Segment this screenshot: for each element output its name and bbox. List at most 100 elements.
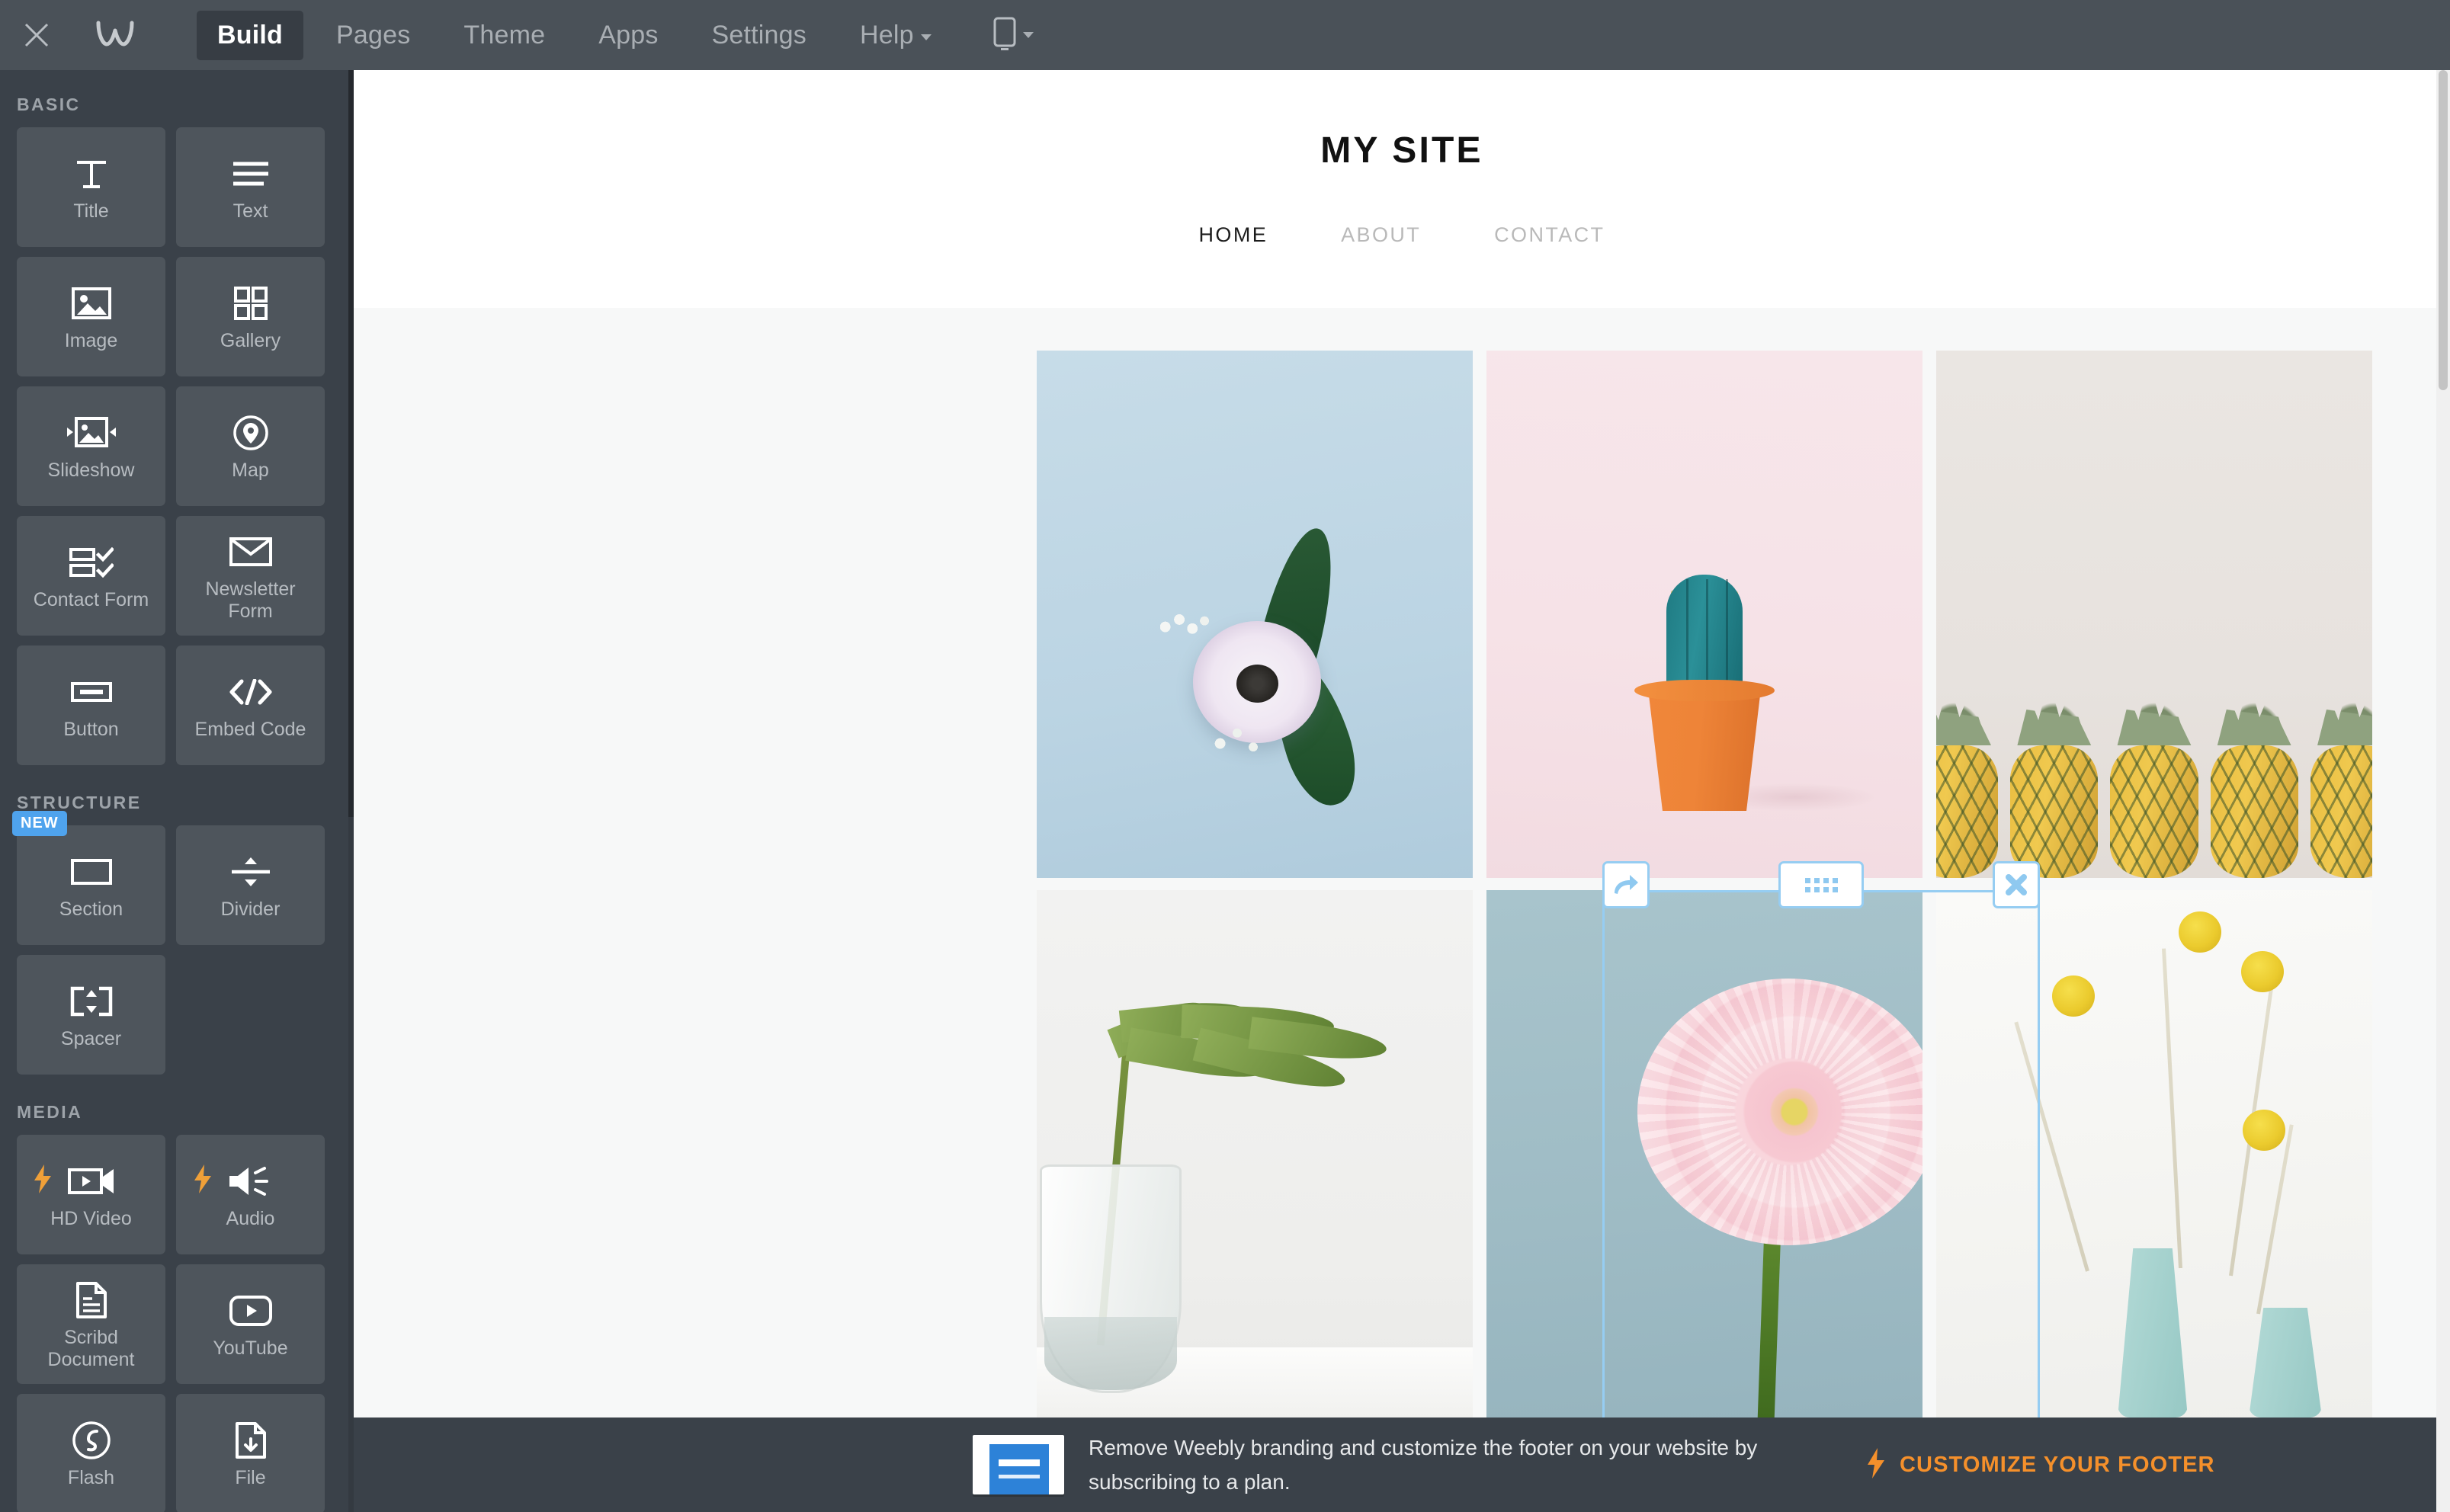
slideshow-icon (66, 411, 117, 455)
site-navigation: HOME ABOUT CONTACT (1162, 223, 1642, 247)
element-tile-label: Newsletter Form (205, 578, 296, 622)
title-icon (74, 152, 109, 196)
pineapple (1936, 672, 1999, 878)
element-tile-section[interactable]: NEW Section (12, 811, 165, 945)
element-tile-label: Map (232, 460, 269, 481)
element-tile-text[interactable]: Text (176, 127, 325, 247)
tab-apps[interactable]: Apps (578, 11, 678, 60)
image-gallery (1037, 351, 2450, 1418)
element-tile-label: Scribd Document (47, 1326, 135, 1370)
element-tile-image[interactable]: Image (17, 257, 165, 376)
element-tile-youtube[interactable]: YouTube (176, 1264, 325, 1384)
device-preview-toggle[interactable] (993, 17, 1034, 54)
chevron-down-icon (1022, 32, 1034, 38)
element-tile-map[interactable]: Map (176, 386, 325, 506)
move-arrow-icon[interactable] (1602, 861, 1650, 908)
site-nav-contact[interactable]: CONTACT (1457, 223, 1641, 247)
tile-grid-basic: Title Text Image Gallery Slideshow Map C… (0, 127, 354, 765)
element-tile-flash[interactable]: Flash (17, 1394, 165, 1512)
site-nav-home[interactable]: HOME (1162, 223, 1305, 247)
section-header-basic: BASIC (17, 94, 81, 114)
drag-handle-dots-icon[interactable] (1778, 861, 1864, 908)
element-tile-file[interactable]: File (176, 1394, 325, 1512)
chevron-down-icon (920, 34, 932, 40)
vase-water (1044, 1317, 1177, 1390)
craspedia-flower-head (2243, 1110, 2285, 1151)
envelope-icon (229, 530, 272, 574)
teal-vase-left (2118, 1248, 2188, 1418)
gallery-image-yellow-craspedia-in-teal-vase[interactable] (1936, 890, 2372, 1418)
element-tile-scribd-document[interactable]: Scribd Document (17, 1264, 165, 1384)
element-tile-spacer[interactable]: Spacer (17, 955, 165, 1075)
element-tile-hd-video[interactable]: HD Video (17, 1135, 165, 1254)
element-tile-slideshow[interactable]: Slideshow (17, 386, 165, 506)
banner-cta-label: CUSTOMIZE YOUR FOOTER (1900, 1452, 2215, 1477)
gallery-image-pineapples-on-beige[interactable] (1936, 351, 2372, 878)
element-tile-label: Gallery (220, 330, 281, 351)
element-tile-label: Divider (220, 899, 281, 920)
close-editor-button[interactable] (0, 0, 73, 70)
element-tile-gallery[interactable]: Gallery (176, 257, 325, 376)
weebly-logo-button[interactable] (73, 0, 157, 70)
customize-your-footer-button[interactable]: CUSTOMIZE YOUR FOOTER (1866, 1447, 2215, 1483)
section-header-structure: STRUCTURE (17, 793, 142, 812)
anemone-center (1236, 665, 1278, 703)
pineapple (2310, 672, 2372, 878)
section-header-media: MEDIA (17, 1102, 83, 1122)
canvas-scrollbar-thumb[interactable] (2439, 70, 2448, 390)
gallery-grid-icon (233, 281, 268, 325)
gallery-image-monstera-leaf-in-glass-vase[interactable] (1037, 890, 1473, 1418)
speaker-icon (194, 1159, 274, 1203)
element-tile-embed-code[interactable]: Embed Code (176, 645, 325, 765)
website-preview-thumbnail (973, 1435, 1064, 1494)
element-tile-label: Section (59, 899, 123, 920)
file-download-icon (235, 1418, 267, 1462)
sidebar-scrollbar-track[interactable] (348, 70, 354, 1512)
youtube-play-icon (229, 1289, 272, 1333)
element-tile-contact-form[interactable]: Contact Form (17, 516, 165, 636)
element-tile-divider[interactable]: Divider (176, 825, 325, 945)
map-pin-icon (232, 411, 269, 455)
flash-icon (72, 1418, 111, 1462)
document-icon (75, 1278, 107, 1322)
upgrade-banner: Remove Weebly branding and customize the… (354, 1418, 2450, 1512)
sidebar-scrollbar-thumb[interactable] (348, 70, 354, 817)
tab-pages[interactable]: Pages (316, 11, 431, 60)
gallery-image-white-anemone-flower-on-blue[interactable] (1037, 351, 1473, 878)
image-icon (71, 281, 111, 325)
close-icon (24, 22, 50, 48)
craspedia-stem (2014, 1021, 2089, 1272)
elements-sidebar[interactable]: BASIC Title Text Image Gallery Slideshow… (0, 70, 354, 1512)
element-tile-label: Flash (67, 1467, 115, 1488)
baby-breath-sprig-lower (1211, 722, 1264, 758)
button-icon (70, 670, 112, 714)
divider-icon (230, 850, 271, 894)
element-tile-label: Image (64, 330, 118, 351)
flower-stem (1757, 1225, 1781, 1418)
page-title[interactable]: MY SITE (1320, 130, 1483, 171)
element-tile-label: File (235, 1467, 266, 1488)
orange-pot-rim (1634, 680, 1775, 701)
tab-theme[interactable]: Theme (443, 11, 566, 60)
monstera-frond (1107, 983, 1418, 1097)
element-tile-button[interactable]: Button (17, 645, 165, 765)
tab-settings[interactable]: Settings (691, 11, 827, 60)
element-tile-audio[interactable]: Audio (176, 1135, 325, 1254)
element-tile-label: Text (232, 200, 268, 222)
site-preview-canvas[interactable]: MY SITE HOME ABOUT CONTACT (354, 70, 2450, 1418)
craspedia-stem (2256, 1124, 2294, 1315)
element-tile-newsletter-form[interactable]: Newsletter Form (176, 516, 325, 636)
tab-help[interactable]: Help (839, 11, 952, 60)
site-nav-about[interactable]: ABOUT (1304, 223, 1457, 247)
pineapple (2210, 672, 2298, 878)
teal-vase-right (2249, 1308, 2322, 1418)
element-tile-title[interactable]: Title (17, 127, 165, 247)
close-x-icon[interactable] (1993, 861, 2040, 908)
gallery-image-cactus-in-orange-pot-on-pink[interactable] (1486, 351, 1922, 878)
pineapple-row (1936, 672, 2372, 878)
embed-code-icon (229, 670, 272, 714)
element-tile-label: Spacer (60, 1028, 122, 1049)
gallery-image-pink-gerbera-on-blue[interactable] (1486, 890, 1922, 1418)
tab-build[interactable]: Build (197, 10, 303, 60)
element-tile-label: HD Video (50, 1208, 132, 1229)
